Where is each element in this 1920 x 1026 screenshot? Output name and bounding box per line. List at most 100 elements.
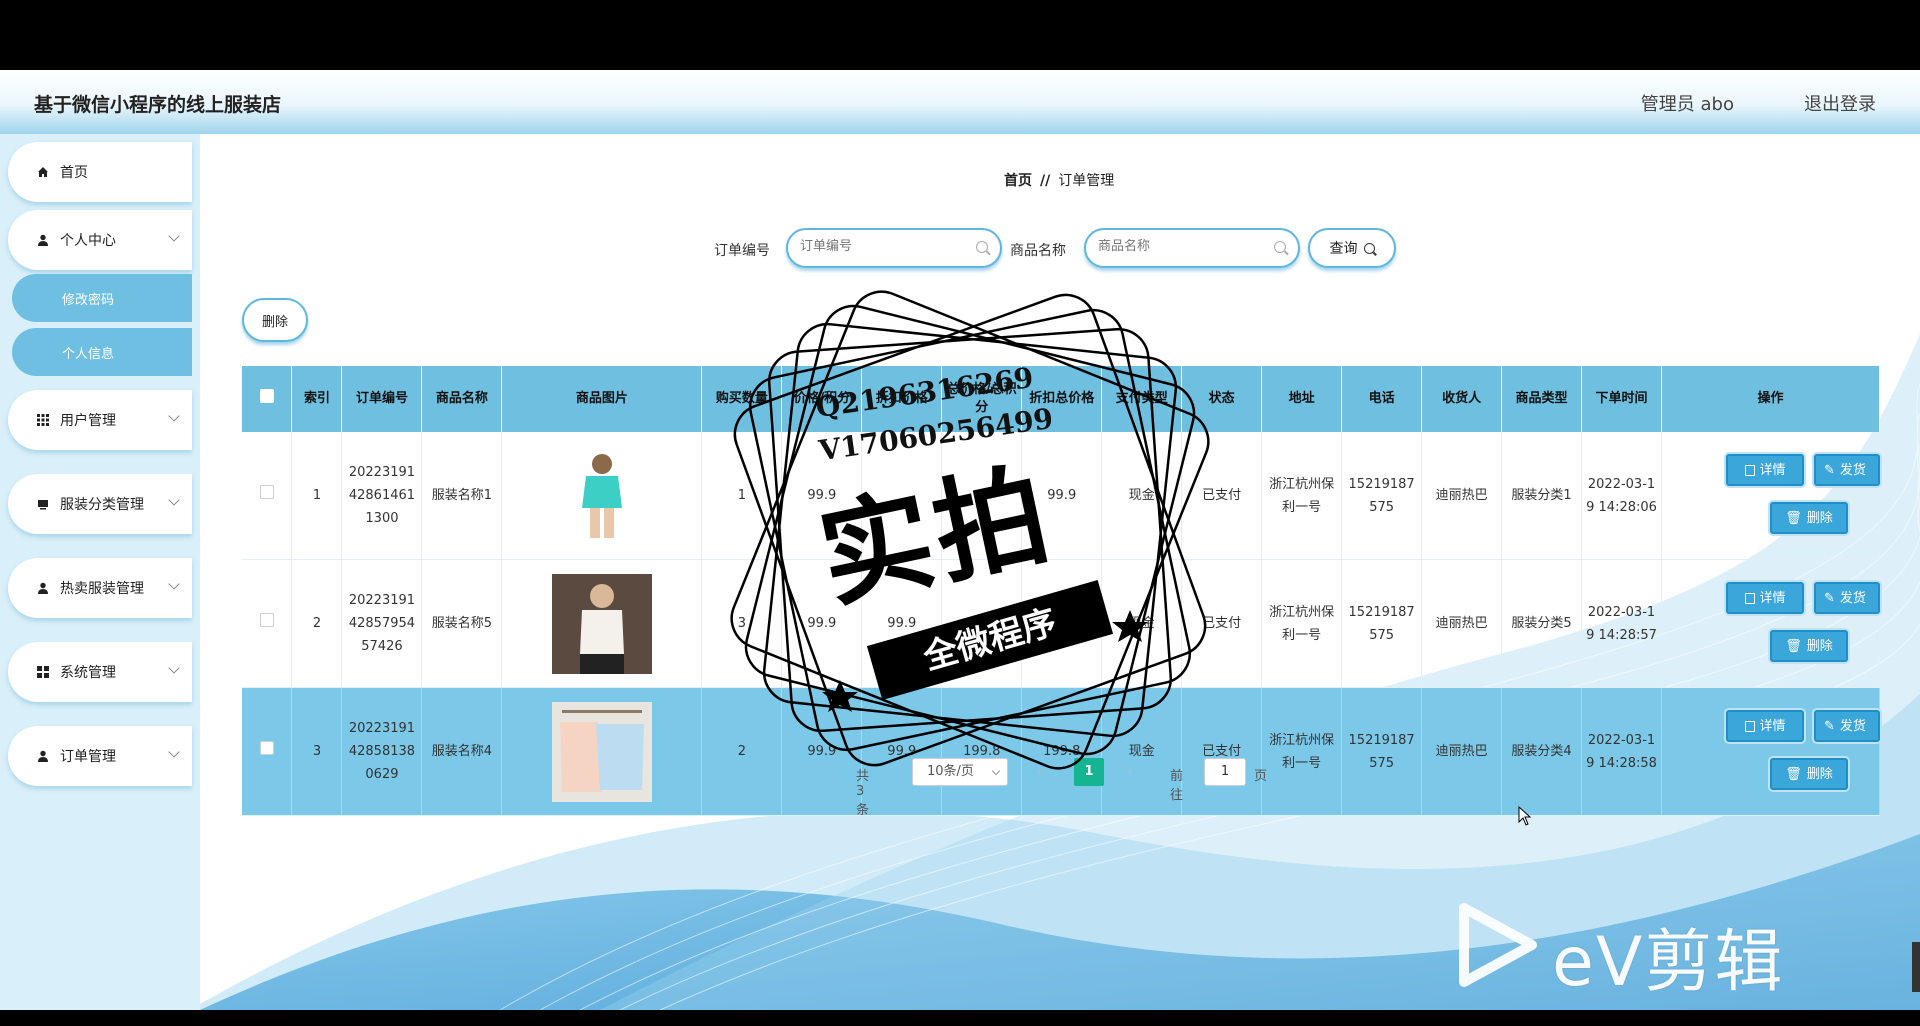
document-icon [1744, 592, 1755, 604]
row-delete-button[interactable]: 🗑 删除 [1770, 502, 1849, 534]
cell-index: 3 [291, 687, 343, 816]
col-header: 购买数量 [701, 366, 783, 432]
breadcrumb: 首页 // 订单管理 [1004, 170, 1114, 190]
detail-label: 详情 [1759, 718, 1786, 734]
mouse-cursor-icon [1518, 806, 1532, 826]
sidebar-item-hot-clothing[interactable]: 热卖服装管理 [8, 558, 192, 618]
sidebar-item-label: 个人信息 [62, 346, 115, 362]
order-no-label: 订单编号 [714, 243, 770, 259]
sidebar-item-orders[interactable]: 订单管理 [8, 726, 192, 786]
row-select-cell[interactable] [242, 559, 293, 688]
edit-icon: ✎ [1824, 462, 1835, 478]
row-delete-button[interactable]: 🗑 删除 [1770, 630, 1849, 662]
cell-discount: 99.9 [861, 687, 943, 816]
page-size-value: 10条/页 [927, 764, 974, 779]
sidebar-subitem-change-password[interactable]: 修改密码 [12, 274, 192, 322]
sidebar-item-label: 修改密码 [62, 292, 115, 308]
prev-page-button[interactable]: ‹ [1026, 758, 1054, 786]
cell-order-no: 20223191428579545742​6 [341, 559, 423, 688]
sidebar-item-profile[interactable]: 个人中心 [8, 210, 192, 270]
detail-button[interactable]: 详情 [1726, 710, 1805, 742]
sidebar-subitem-personal-info[interactable]: 个人信息 [12, 328, 192, 376]
cell-index: 2 [291, 559, 343, 688]
user-icon [36, 749, 50, 763]
detail-label: 详情 [1759, 590, 1786, 606]
cell-pay: 现金 [1101, 432, 1183, 560]
sidebar-item-system[interactable]: 系统管理 [8, 642, 192, 702]
query-button[interactable]: 查询 [1308, 228, 1396, 268]
table-row: 1 20223191428614611300 服装名称1 1 99.9 99.9… [242, 432, 1881, 560]
sidebar-item-label: 服装分类管理 [60, 497, 144, 513]
table-row: 3 20223191428581380629 服装名称4 2 99.9 99.9 [242, 687, 1881, 816]
product-name-search[interactable] [1084, 228, 1300, 268]
ship-label: 发货 [1839, 462, 1866, 478]
product-image [551, 573, 652, 674]
goto-label: 前往 [1170, 769, 1184, 803]
cell-ops: 详情 ✎ 发货 🗑 删除 [1661, 687, 1881, 816]
sidebar-item-users[interactable]: 用户管理 [8, 390, 192, 450]
col-header: 支付类型 [1101, 366, 1183, 432]
trash-icon: 🗑 [1785, 510, 1802, 526]
breadcrumb-home[interactable]: 首页 [1004, 173, 1032, 189]
next-page-button[interactable]: › [1116, 758, 1144, 786]
col-header: 订单编号 [341, 366, 423, 432]
row-select-cell[interactable] [242, 432, 293, 560]
row-select-cell[interactable] [242, 687, 293, 816]
cell-phone: 15219187575 [1341, 687, 1423, 816]
cell-phone: 15219187575 [1341, 432, 1423, 560]
scrollbar-thumb[interactable] [1912, 942, 1920, 992]
page-suffix: 页 [1254, 769, 1268, 784]
sidebar-item-home[interactable]: 首页 [8, 142, 192, 202]
cell-category: 服装分类1 [1501, 432, 1583, 560]
user-icon [36, 233, 50, 247]
product-name-input[interactable] [1098, 239, 1258, 254]
row-delete-button[interactable]: 🗑 删除 [1770, 758, 1849, 790]
ship-button[interactable]: ✎ 发货 [1814, 454, 1881, 486]
cell-product: 服装名称4 [421, 687, 503, 816]
total-count: 共 3 条 [856, 769, 870, 818]
detail-button[interactable]: 详情 [1726, 454, 1805, 486]
order-no-search[interactable] [786, 228, 1002, 268]
trash-icon: 🗑 [1785, 766, 1802, 782]
app-title: 基于微信小程序的线上服装店 [34, 94, 282, 116]
page-number-current[interactable]: 1 [1074, 758, 1104, 786]
query-button-label: 查询 [1329, 241, 1358, 257]
row-checkbox[interactable] [259, 741, 274, 755]
cell-image [501, 559, 703, 688]
order-no-input[interactable] [800, 239, 960, 254]
cell-status: 已支付 [1181, 687, 1263, 816]
page-size-select[interactable]: 10条/页 [912, 758, 1008, 786]
row-checkbox[interactable] [259, 485, 274, 499]
select-all-checkbox[interactable] [259, 389, 274, 403]
cell-discount-total: 199.8 [1021, 687, 1103, 816]
sidebar-item-label: 用户管理 [60, 413, 116, 429]
breadcrumb-separator: // [1040, 173, 1051, 189]
cell-time: 2022-03-19 14:28:06 [1581, 432, 1663, 560]
select-all-cell[interactable] [242, 366, 293, 432]
row-checkbox[interactable] [259, 613, 274, 627]
logout-link[interactable]: 退出登录 [1804, 90, 1876, 116]
cell-time: 2022-03-19 14:28:57 [1581, 559, 1663, 688]
sidebar-item-label: 订单管理 [60, 749, 116, 765]
cell-price: 99.9 [781, 687, 863, 816]
goto-page-input[interactable]: 1 [1204, 758, 1246, 786]
ship-button[interactable]: ✎ 发货 [1814, 710, 1881, 742]
delete-label: 删除 [1806, 638, 1833, 654]
cell-ops: 详情 ✎ 发货 🗑 删除 [1661, 559, 1881, 688]
bulk-delete-button[interactable]: 删除 [242, 298, 308, 342]
cell-receiver: 迪丽热巴 [1421, 559, 1503, 688]
product-image [551, 445, 652, 546]
edit-icon: ✎ [1824, 718, 1835, 734]
detail-button[interactable]: 详情 [1726, 582, 1805, 614]
chevron-down-icon [168, 746, 180, 758]
delete-label: 删除 [261, 314, 288, 330]
sidebar-item-clothing-category[interactable]: 服装分类管理 [8, 474, 192, 534]
cell-phone: 15219187575 [1341, 559, 1423, 688]
ev-logo-text: eV剪辑 [1552, 923, 1785, 1002]
cell-category: 服装分类4 [1501, 687, 1583, 816]
ship-label: 发货 [1839, 718, 1866, 734]
ship-label: 发货 [1839, 590, 1866, 606]
ship-button[interactable]: ✎ 发货 [1814, 582, 1881, 614]
edit-icon: ✎ [1824, 590, 1835, 606]
chevron-down-icon [168, 410, 180, 422]
